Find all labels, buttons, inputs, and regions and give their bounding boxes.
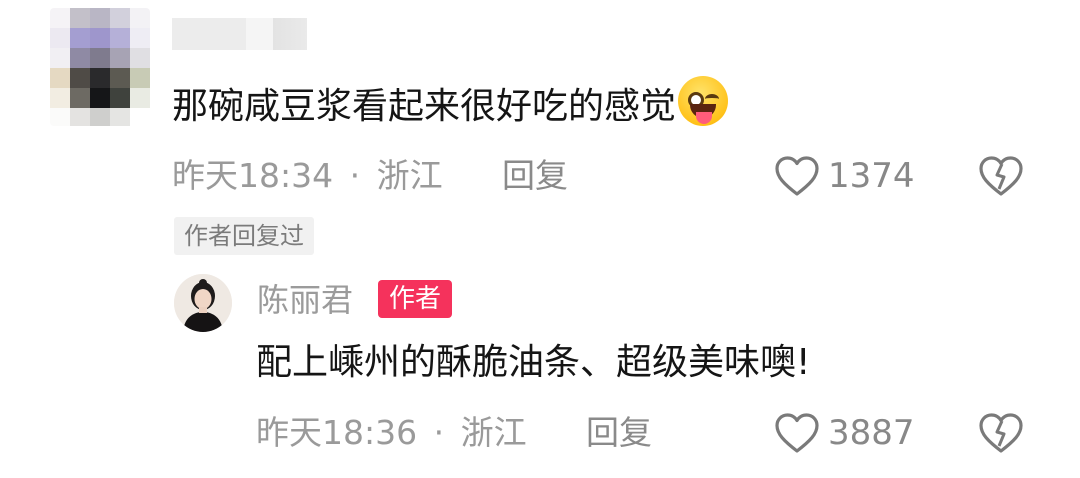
meta-separator: ·	[349, 156, 361, 195]
author-avatar[interactable]	[174, 274, 232, 332]
reply-like-count: 3887	[828, 413, 915, 453]
blurred-avatar[interactable]	[50, 8, 150, 126]
reply-dislike-button[interactable]	[978, 412, 1024, 454]
comment-meta: 昨天18:34 · 浙江	[172, 156, 443, 196]
tongue-out-emoji-icon	[678, 76, 729, 126]
like-count: 1374	[828, 156, 915, 196]
broken-heart-icon	[979, 156, 1023, 196]
reply-time: 昨天18:36	[256, 413, 418, 452]
like-button[interactable]	[774, 155, 820, 197]
author-avatar-image	[174, 274, 232, 332]
reply-reply-button[interactable]: 回复	[586, 413, 652, 453]
blurred-username[interactable]	[172, 18, 307, 50]
comment-location: 浙江	[376, 156, 443, 195]
author-name[interactable]: 陈丽君	[257, 280, 353, 320]
comment-text: 那碗咸豆浆看起来很好吃的感觉	[172, 76, 729, 133]
author-replied-tag: 作者回复过	[174, 217, 314, 255]
author-badge: 作者	[378, 280, 453, 318]
dislike-button[interactable]	[978, 155, 1024, 197]
reply-meta: 昨天18:36 · 浙江	[256, 413, 527, 453]
reply-like-button[interactable]	[774, 412, 820, 454]
comment-time: 昨天18:34	[172, 156, 334, 195]
meta-separator: ·	[433, 413, 445, 452]
broken-heart-icon	[979, 413, 1023, 453]
heart-icon	[775, 413, 819, 453]
heart-icon	[775, 156, 819, 196]
reply-button[interactable]: 回复	[502, 156, 568, 196]
reply-text: 配上嵊州的酥脆油条、超级美味噢!	[256, 342, 811, 383]
comment-body: 那碗咸豆浆看起来很好吃的感觉	[172, 86, 677, 127]
reply-location: 浙江	[460, 413, 527, 452]
